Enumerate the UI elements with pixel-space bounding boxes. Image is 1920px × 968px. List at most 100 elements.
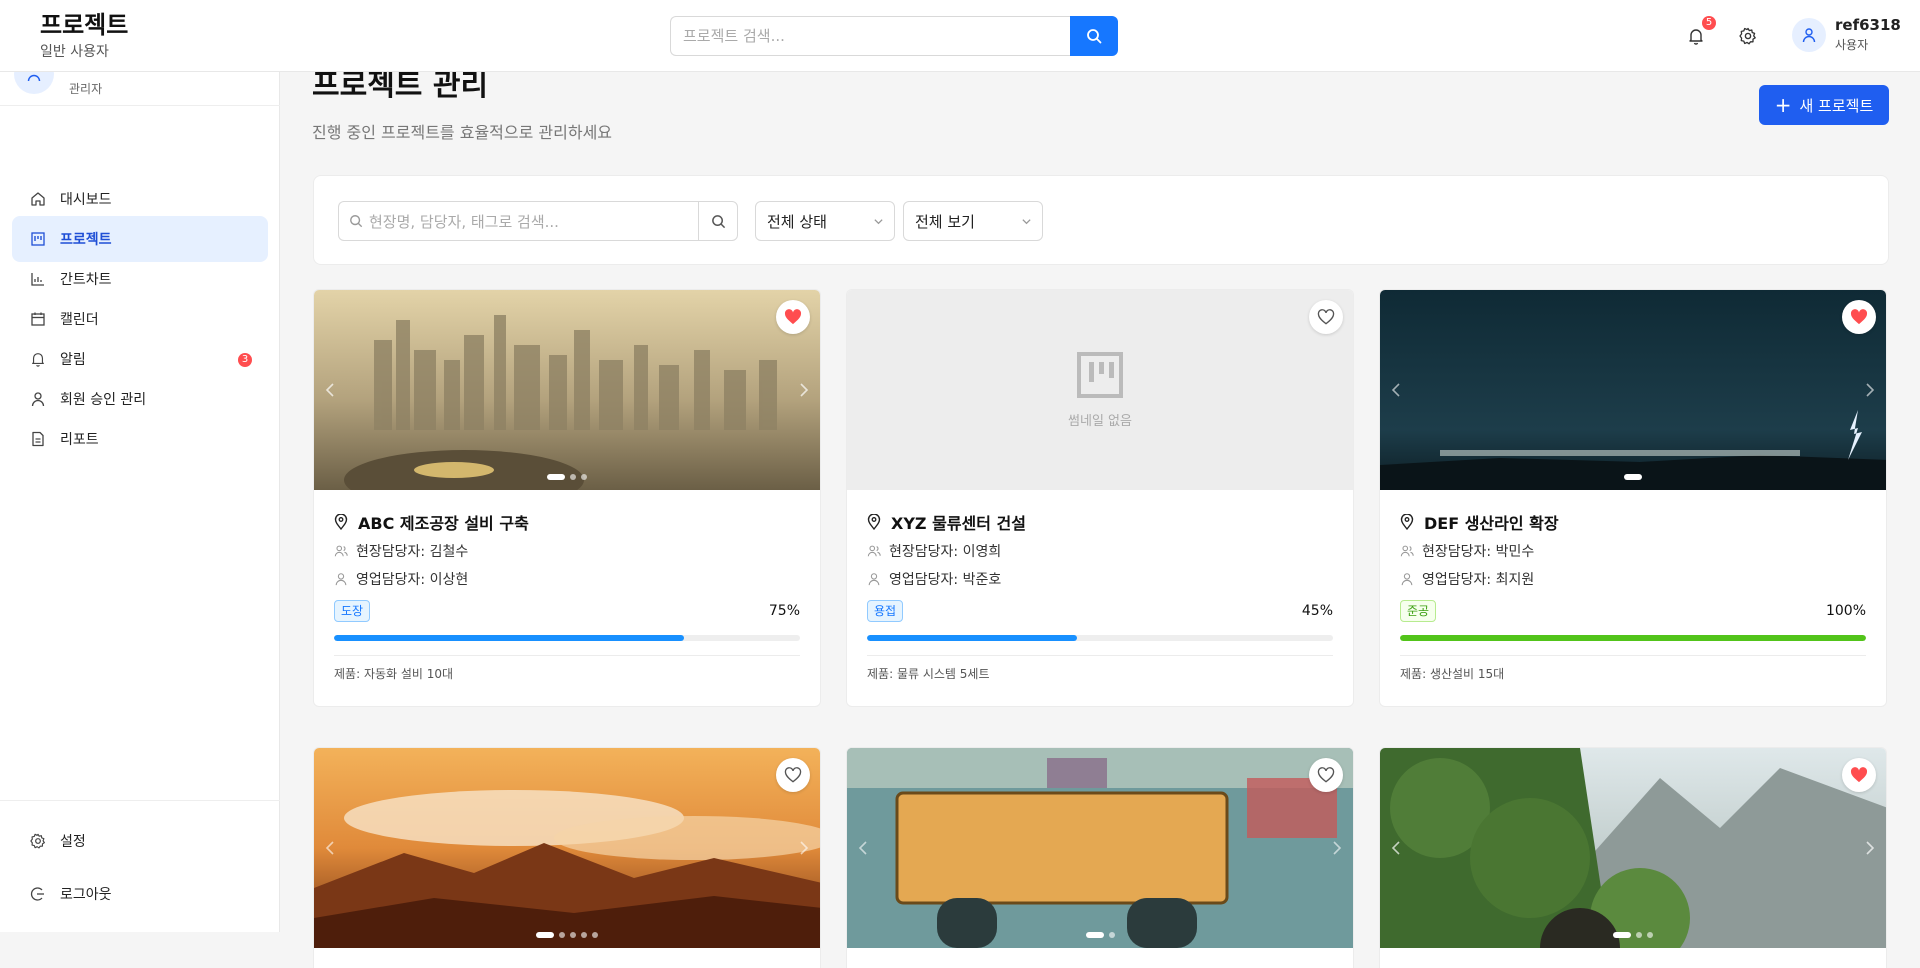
carousel-dot[interactable] (1636, 932, 1642, 938)
carousel-next-button[interactable] (1858, 378, 1882, 402)
project-title: XYZ 물류센터 건설 (891, 514, 1026, 533)
bell-icon (1689, 29, 1703, 45)
carousel-dot[interactable] (570, 932, 576, 938)
product-info: 제품: 물류 시스템 5세트 (867, 667, 990, 681)
site-manager: 현장담당자: 이영희 (889, 544, 1002, 560)
filter-panel: 현장명, 담당자, 태그로 검색... 전체 상태 전체 보기 (313, 175, 1889, 265)
global-search-button[interactable] (1070, 16, 1118, 56)
carousel-dot[interactable] (1624, 474, 1642, 480)
view-select[interactable]: 전체 보기 (903, 201, 1043, 241)
sidebar-item-label: 리포트 (60, 432, 99, 448)
carousel-dot[interactable] (592, 932, 598, 938)
user-name: ref6318 (1835, 16, 1901, 34)
sidebar-item-reports[interactable]: 리포트 (12, 416, 268, 462)
user-icon (1802, 27, 1816, 42)
favorite-button[interactable] (1842, 758, 1876, 792)
user-role: 사용자 (1835, 38, 1869, 52)
heart-outline-icon (1317, 767, 1335, 783)
heart-outline-icon (1317, 309, 1335, 325)
carousel-dot[interactable] (1085, 932, 1104, 938)
location-pin-icon (1400, 514, 1414, 530)
project-card[interactable]: 썸네일 없음 XYZ 물류센터 건설 현장담당자: 이영희 영업담당자: 박준호… (846, 289, 1354, 707)
status-select[interactable]: 전체 상태 (755, 201, 895, 241)
heart-filled-icon (784, 309, 802, 325)
carousel-dots (314, 474, 820, 480)
status-tag: 용접 (867, 600, 904, 622)
carousel-next-button[interactable] (1858, 836, 1882, 860)
team-icon (1400, 544, 1414, 558)
plus-icon: + (1774, 93, 1792, 117)
carousel-prev-button[interactable] (318, 836, 342, 860)
favorite-button[interactable] (1309, 758, 1343, 792)
carousel-dot[interactable] (570, 474, 576, 480)
report-icon (30, 431, 46, 447)
chevron-left-icon (1391, 841, 1400, 855)
sidebar-item-logout[interactable]: 로그아웃 (12, 871, 268, 917)
carousel-dot[interactable] (581, 474, 587, 480)
project-card[interactable] (313, 747, 821, 968)
logout-icon (30, 886, 46, 902)
gear-icon (30, 833, 46, 849)
carousel-dot[interactable] (1647, 932, 1653, 938)
project-thumbnail (314, 290, 820, 490)
carousel-dots (847, 932, 1353, 938)
sidebar-item-settings[interactable]: 설정 (12, 818, 268, 864)
favorite-button[interactable] (776, 758, 810, 792)
carousel-next-button[interactable] (792, 378, 816, 402)
view-select-value: 전체 보기 (915, 212, 975, 231)
carousel-dots (1380, 474, 1886, 480)
user-icon (867, 572, 881, 586)
project-search-button[interactable] (698, 201, 738, 241)
location-pin-icon (334, 514, 348, 530)
project-card[interactable] (846, 747, 1354, 968)
carousel-dot[interactable] (559, 932, 565, 938)
chevron-left-icon (1391, 383, 1400, 397)
favorite-button[interactable] (776, 300, 810, 334)
carousel-prev-button[interactable] (1384, 378, 1408, 402)
sales-manager: 영업담당자: 박준호 (889, 572, 1002, 588)
search-icon (711, 214, 725, 228)
project-card[interactable] (1379, 747, 1887, 968)
project-thumbnail-placeholder: 썸네일 없음 (847, 290, 1353, 490)
page-subtitle: 진행 중인 프로젝트를 효율적으로 관리하세요 (312, 123, 613, 142)
chevron-right-icon (1866, 841, 1875, 855)
new-project-button[interactable]: + 새 프로젝트 (1759, 85, 1889, 125)
carousel-dots (314, 932, 820, 938)
settings-button[interactable] (1734, 22, 1762, 50)
notifications-badge: 5 (1702, 16, 1716, 30)
sidebar-item-label: 대시보드 (60, 192, 112, 208)
bell-icon (30, 351, 46, 367)
carousel-dot[interactable] (1108, 932, 1115, 938)
search-icon (350, 215, 363, 228)
sidebar-item-label: 프로젝트 (60, 232, 112, 248)
carousel-prev-button[interactable] (318, 378, 342, 402)
sidebar-item-label: 회원 승인 관리 (60, 392, 147, 408)
global-search-input[interactable] (670, 16, 1070, 56)
project-search-input[interactable]: 현장명, 담당자, 태그로 검색... (338, 201, 698, 241)
carousel-dot[interactable] (536, 932, 554, 938)
favorite-button[interactable] (1842, 300, 1876, 334)
carousel-dot[interactable] (547, 474, 565, 480)
user-menu[interactable]: ref6318 사용자 (1792, 16, 1901, 53)
sidebar-item-label: 알림 (60, 352, 86, 368)
main-content: 프로젝트 관리 진행 중인 프로젝트를 효율적으로 관리하세요 + 새 프로젝트… (280, 68, 1920, 968)
carousel-prev-button[interactable] (1384, 836, 1408, 860)
carousel-dot[interactable] (581, 932, 587, 938)
avatar (1792, 17, 1826, 52)
carousel-next-button[interactable] (1325, 836, 1349, 860)
carousel-dot[interactable] (1613, 932, 1631, 938)
carousel-prev-button[interactable] (851, 836, 875, 860)
new-project-label: 새 프로젝트 (1799, 96, 1874, 115)
project-card[interactable]: DEF 생산라인 확장 현장담당자: 박민수 영업담당자: 최지원 준공 100… (1379, 289, 1887, 707)
heart-outline-icon (784, 767, 802, 783)
carousel-next-button[interactable] (792, 836, 816, 860)
project-icon (30, 231, 46, 247)
favorite-button[interactable] (1309, 300, 1343, 334)
chevron-right-icon (1333, 841, 1342, 855)
search-icon (1087, 29, 1102, 44)
gear-icon (1739, 27, 1756, 45)
team-icon (867, 544, 881, 558)
project-card[interactable]: ABC 제조공장 설비 구축 현장담당자: 김철수 영업담당자: 이상현 도장 … (313, 289, 821, 707)
notifications-button[interactable]: 5 (1682, 16, 1716, 50)
site-manager: 현장담당자: 박민수 (1422, 544, 1535, 560)
